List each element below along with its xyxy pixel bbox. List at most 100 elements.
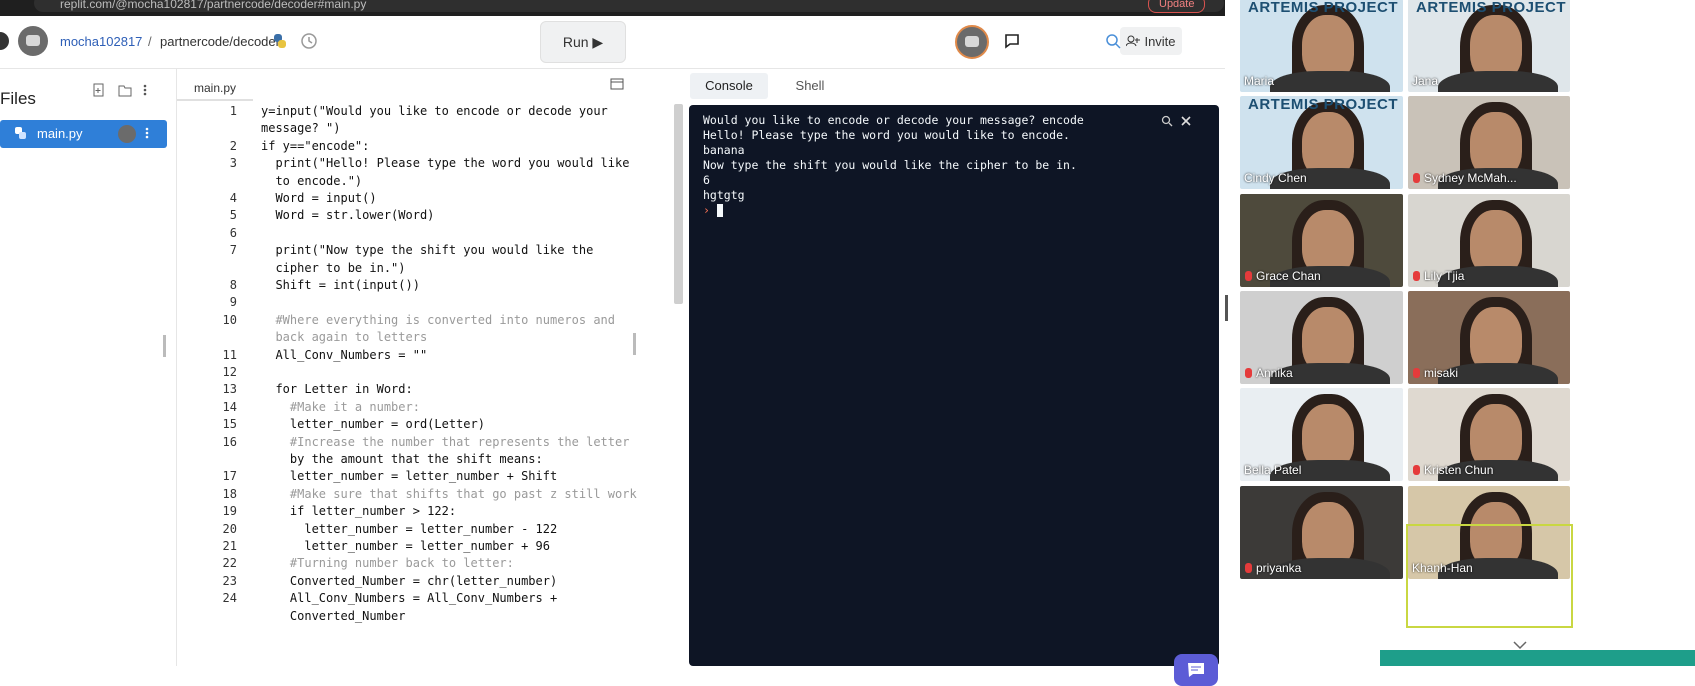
browser-url-bar: replit.com/@mocha102817/partnercode/deco… — [0, 0, 1225, 16]
console-search-icon[interactable] — [1161, 115, 1173, 127]
line-number: 20 — [222, 521, 237, 536]
tab-main-py[interactable]: main.py — [180, 77, 250, 99]
new-folder-icon[interactable] — [118, 83, 132, 97]
chevron-down-icon[interactable] — [1512, 640, 1528, 650]
file-collaborator-avatar — [118, 125, 136, 143]
console-line: Would you like to encode or decode your … — [703, 113, 1084, 127]
participant-tile[interactable]: ARTEMIS PROJECT Maria — [1240, 0, 1403, 92]
code-line: if letter_number > 122: — [261, 504, 457, 519]
participant-name: Grace Chan — [1256, 268, 1321, 283]
line-number: 19 — [222, 504, 237, 519]
line-number: 13 — [222, 382, 237, 397]
line-number: 9 — [229, 295, 237, 310]
user-avatar[interactable] — [18, 26, 48, 56]
username-link[interactable]: mocha102817 — [60, 34, 142, 49]
collaborator-avatar[interactable] — [955, 25, 989, 59]
participant-name: Sydney McMah... — [1424, 171, 1517, 186]
console-clear-icon[interactable] — [1180, 115, 1192, 127]
muted-mic-icon — [1245, 367, 1252, 378]
console-prompt: › — [703, 203, 710, 217]
code-line: if y=="encode": — [261, 138, 370, 153]
line-number: 6 — [229, 225, 237, 240]
line-number: 12 — [222, 365, 237, 379]
participant-tile[interactable]: Bella Patel — [1240, 388, 1403, 482]
chat-bubble-icon — [1188, 663, 1204, 677]
more-options-icon[interactable] — [142, 83, 148, 97]
line-number: 17 — [222, 469, 237, 484]
invite-button[interactable]: Invite — [1120, 27, 1182, 55]
code-line: letter_number = ord(Letter) — [261, 417, 485, 432]
file-options-icon[interactable] — [144, 127, 150, 141]
console-output[interactable]: Would you like to encode or decode your … — [689, 105, 1219, 686]
participant-tile[interactable]: Lily Tjia — [1408, 193, 1570, 287]
line-number: 5 — [229, 208, 237, 223]
code-line: message? ") — [261, 121, 341, 136]
participant-tile[interactable]: Grace Chan — [1240, 193, 1403, 287]
participant-tile[interactable]: Sydney McMah... — [1408, 96, 1570, 190]
muted-mic-icon — [1413, 270, 1420, 281]
participant-tile[interactable]: Annika — [1240, 290, 1403, 384]
console-line: hgtgtg — [703, 188, 745, 202]
code-line: All_Conv_Numbers = All_Conv_Numbers + — [261, 591, 558, 606]
participant-tile[interactable]: misaki — [1408, 290, 1570, 384]
meeting-toolbar-strip — [1380, 650, 1695, 666]
code-line: letter_number = letter_number + 96 — [261, 539, 550, 553]
url-text[interactable]: replit.com/@mocha102817/partnercode/deco… — [60, 0, 366, 11]
code-line: #Turning number back to letter: — [261, 556, 514, 571]
line-number: 2 — [229, 138, 237, 153]
code-line: print("Hello! Please type the word you w… — [261, 156, 630, 171]
participant-name: Bella Patel — [1244, 463, 1302, 478]
search-icon[interactable] — [1104, 32, 1122, 50]
code-line: Word = input() — [261, 191, 377, 205]
code-line: by the amount that the shift means: — [261, 452, 543, 466]
participant-name: Maria — [1244, 74, 1275, 88]
line-number: 23 — [222, 573, 237, 588]
code-line: All_Conv_Numbers = "" — [261, 347, 428, 362]
gallery-divider[interactable] — [1225, 295, 1228, 321]
sidebar-resize-handle[interactable] — [163, 335, 166, 357]
history-icon[interactable] — [300, 32, 318, 50]
python-file-icon — [15, 127, 26, 139]
run-label: Run ▶ — [562, 33, 604, 50]
participant-tile[interactable]: ARTEMIS PROJECT Jana — [1408, 0, 1570, 92]
code-line: Shift = int(input()) — [261, 278, 420, 292]
participant-tile[interactable]: Kristen Chun — [1408, 388, 1570, 482]
participant-tile[interactable]: priyanka — [1240, 485, 1403, 579]
line-number: 16 — [222, 434, 237, 449]
participant-name: misaki — [1424, 365, 1459, 380]
console-line: Hello! Please type the word you would li… — [703, 128, 1070, 142]
editor-scrollbar[interactable] — [674, 104, 683, 304]
project-name[interactable]: partnercode/decoder — [160, 34, 280, 49]
replit-logo-icon[interactable] — [0, 30, 12, 52]
code-line: #Where everything is converted into nume… — [261, 312, 616, 327]
editor-layout-icon[interactable] — [610, 78, 624, 90]
new-file-icon[interactable] — [92, 83, 106, 97]
chat-icon[interactable] — [1004, 33, 1020, 49]
breadcrumb-separator: / — [148, 34, 152, 49]
file-item-main-py[interactable]: main.py — [0, 120, 167, 148]
code-line: print("Now type the shift you would like… — [261, 243, 594, 258]
muted-mic-icon — [1245, 270, 1252, 281]
code-line: letter_number = letter_number - 122 — [261, 521, 558, 536]
virtual-background-banner: ARTEMIS PROJECT — [1248, 0, 1399, 16]
line-number: 4 — [229, 191, 237, 205]
participant-tile[interactable]: ARTEMIS PROJECT Cindy Chen — [1240, 96, 1403, 190]
browser-update-button[interactable]: Update — [1148, 0, 1206, 13]
line-number: 8 — [229, 278, 237, 292]
line-number: 14 — [222, 399, 237, 414]
python-icon — [274, 34, 286, 48]
replit-header: mocha102817 / partnercode/decoder Run ▶ … — [0, 16, 1225, 69]
file-name: main.py — [37, 126, 83, 141]
editor-resize-handle[interactable] — [633, 333, 636, 355]
code-editor: main.py 1 y=input("Would you like to enco… — [177, 69, 687, 666]
tab-shell[interactable]: Shell — [780, 73, 840, 99]
participant-name: Jana — [1412, 74, 1439, 88]
line-number: 24 — [222, 591, 237, 606]
run-button[interactable]: Run ▶ — [540, 21, 626, 63]
virtual-background-banner: ARTEMIS PROJECT — [1416, 0, 1567, 16]
participant-name: Annika — [1256, 365, 1293, 380]
console-line: 6 — [703, 173, 710, 187]
chat-button[interactable] — [1174, 654, 1218, 686]
tab-console[interactable]: Console — [690, 73, 768, 99]
code-line: Word = str.lower(Word) — [261, 208, 435, 223]
